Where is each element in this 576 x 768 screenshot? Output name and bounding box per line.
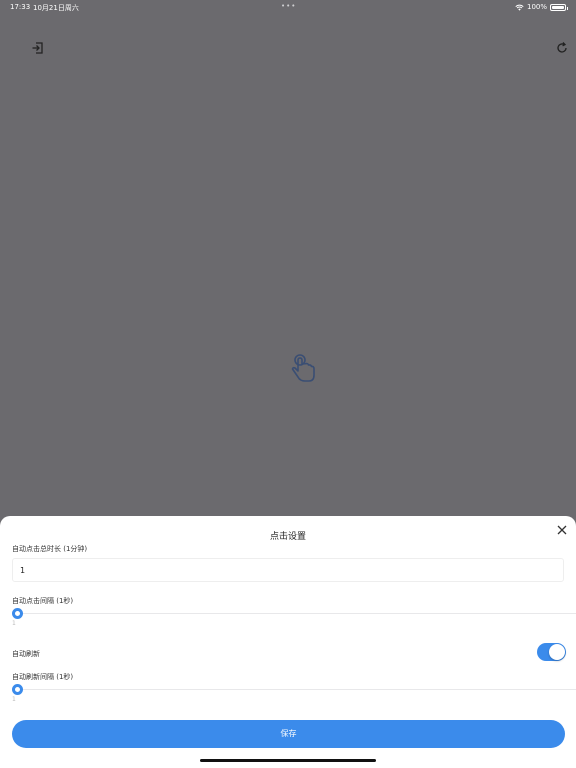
total-duration-input[interactable]: [12, 558, 564, 582]
click-settings-sheet: 点击设置 自动点击总时长 (1分钟) 自动点击间隔 (1秒) 1 自动刷新 自动…: [0, 516, 576, 768]
click-interval-slider[interactable]: [12, 607, 576, 619]
refresh-interval-label: 自动刷新间隔 (1秒): [12, 673, 74, 681]
auto-refresh-label: 自动刷新: [12, 650, 40, 658]
status-bar: 17:33 10月21日周六 ••• 100%: [0, 0, 576, 14]
close-icon[interactable]: [556, 524, 568, 536]
status-time: 17:33: [10, 3, 31, 11]
home-indicator[interactable]: [200, 759, 376, 762]
slider-track: [12, 689, 576, 690]
toggle-knob: [549, 644, 565, 660]
slider-thumb[interactable]: [12, 684, 23, 695]
battery-percent: 100%: [526, 3, 547, 11]
wifi-icon: [515, 4, 524, 11]
slider-thumb[interactable]: [12, 608, 23, 619]
refresh-interval-value: 1: [12, 696, 16, 703]
refresh-interval-slider[interactable]: [12, 683, 576, 695]
status-date: 10月21日周六: [33, 4, 79, 12]
click-interval-value: 1: [12, 620, 16, 627]
tap-hand-icon[interactable]: [288, 352, 318, 384]
battery-icon: [550, 3, 568, 11]
slider-track: [12, 613, 576, 614]
auto-refresh-toggle[interactable]: [537, 643, 566, 661]
status-indicators: 100%: [515, 3, 568, 11]
exit-icon[interactable]: [31, 41, 45, 55]
sheet-title: 点击设置: [269, 532, 306, 542]
save-button[interactable]: 保存: [12, 720, 565, 748]
multitasking-dots[interactable]: •••: [281, 2, 296, 10]
total-duration-label: 自动点击总时长 (1分钟): [12, 545, 88, 553]
refresh-icon[interactable]: [555, 41, 569, 55]
click-interval-label: 自动点击间隔 (1秒): [12, 597, 74, 605]
